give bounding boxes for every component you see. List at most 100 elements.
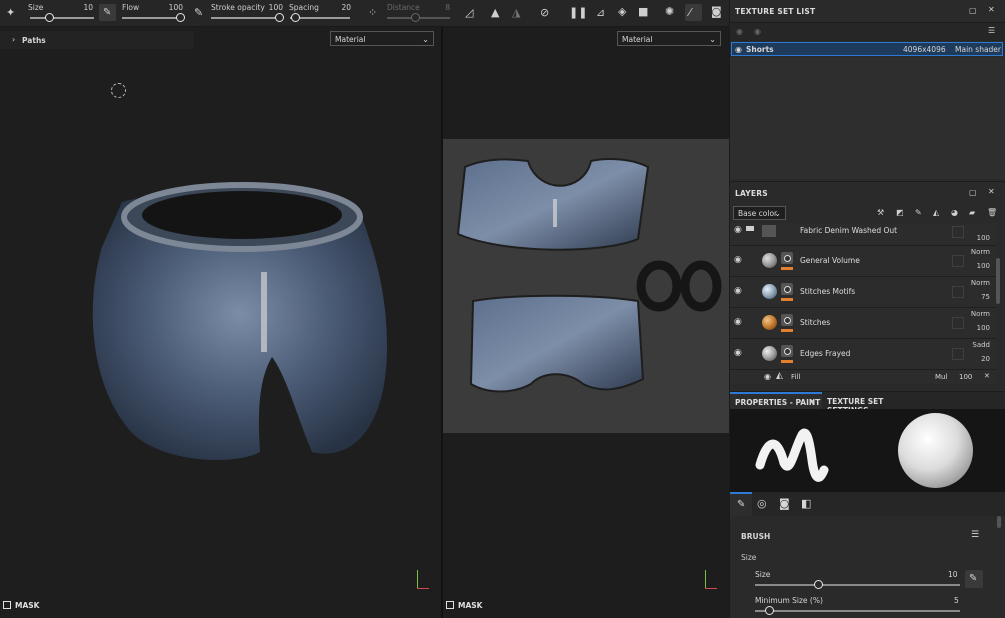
- projection-icon[interactable]: ⊿: [596, 7, 605, 18]
- layer-row[interactable]: ◉ Fabric Denim Washed Out 100: [730, 223, 996, 246]
- alpha-icon[interactable]: ◎: [757, 497, 767, 510]
- add-paint-layer-icon[interactable]: ✎: [915, 208, 922, 217]
- flow-label: Flow: [122, 3, 140, 12]
- viewport2d-channel-select[interactable]: Material ⌄: [617, 31, 721, 46]
- viewport3d-mask-toggle[interactable]: MASK: [3, 601, 39, 610]
- layer-row[interactable]: ◉ General Volume Norm 100: [730, 246, 996, 277]
- layer-opacity[interactable]: 100: [977, 262, 990, 270]
- pause-icon[interactable]: ❚❚: [569, 7, 587, 18]
- stroke-opacity-slider[interactable]: [211, 17, 282, 19]
- layer-row[interactable]: ◉ Stitches Motifs Norm 75: [730, 277, 996, 308]
- min-size-slider-handle[interactable]: [765, 606, 774, 615]
- add-effect-icon[interactable]: ⚒: [877, 208, 884, 217]
- brush-size-pressure-button[interactable]: ✎: [965, 570, 983, 588]
- paint-mode-button[interactable]: ⁄: [685, 4, 702, 21]
- show-icon[interactable]: ◉: [754, 27, 761, 36]
- brush-icon: ⁄: [689, 6, 691, 19]
- remove-effect-icon[interactable]: ✕: [984, 372, 990, 380]
- size-slider-handle[interactable]: [45, 13, 54, 22]
- add-fill-layer-icon[interactable]: ◭: [933, 208, 939, 217]
- undock-icon[interactable]: ▢: [969, 188, 977, 197]
- flow-pen-icon[interactable]: ✎: [194, 7, 203, 18]
- fill-effect-row[interactable]: ◉ ◭ Fill Mul 100 ✕: [730, 370, 996, 384]
- display-mode-icon[interactable]: ◈: [618, 6, 626, 17]
- eye-icon[interactable]: ◉: [734, 286, 742, 296]
- visibility-toggle-icon[interactable]: ⊘: [540, 7, 549, 18]
- close-icon[interactable]: ✕: [988, 187, 995, 196]
- screenshot-camera-icon[interactable]: ◙: [711, 6, 722, 17]
- layer-opacity[interactable]: 100: [977, 324, 990, 332]
- eye-icon[interactable]: ◉: [735, 45, 742, 54]
- viewport3d-channel-select[interactable]: Material ⌄: [330, 31, 434, 46]
- symmetry-off-icon[interactable]: ◮: [512, 7, 520, 18]
- symmetry-mirror-icon[interactable]: ▲: [491, 7, 499, 18]
- paths-header[interactable]: › Paths: [0, 31, 194, 49]
- layer-blend-mode[interactable]: Norm: [971, 248, 990, 256]
- stroke-opacity-value[interactable]: 100: [266, 3, 283, 12]
- eye-icon[interactable]: ◉: [734, 225, 742, 235]
- close-icon[interactable]: ✕: [988, 5, 995, 14]
- layer-row[interactable]: ◉ Stitches Norm 100: [730, 308, 996, 339]
- viewport-2d[interactable]: Material ⌄ MASK: [443, 27, 729, 618]
- flow-slider[interactable]: [122, 17, 182, 19]
- layer-opacity[interactable]: 75: [981, 293, 990, 301]
- layer-opacity[interactable]: 100: [977, 234, 990, 242]
- layer-blend-mode[interactable]: Sadd: [972, 341, 990, 349]
- spacing-slider-handle[interactable]: [291, 13, 300, 22]
- uv-texture-canvas[interactable]: [443, 139, 729, 433]
- delete-layer-icon[interactable]: 🗑: [987, 208, 997, 217]
- layers-scrollbar[interactable]: [996, 258, 1000, 304]
- stroke-opacity-slider-handle[interactable]: [275, 13, 284, 22]
- layer-blend-mode[interactable]: Norm: [971, 310, 990, 318]
- camera-video-icon[interactable]: ■: [638, 6, 648, 17]
- fill-opacity[interactable]: 100: [959, 373, 972, 381]
- alignment-icon[interactable]: ◿: [465, 7, 473, 18]
- brush-menu-icon[interactable]: ☰: [971, 530, 979, 540]
- hide-icon[interactable]: ◉: [736, 27, 743, 36]
- brush-size-value[interactable]: 10: [948, 570, 958, 579]
- layer-select-box[interactable]: [952, 317, 964, 329]
- tab-brush[interactable]: ✎: [730, 492, 752, 516]
- undock-icon[interactable]: ▢: [969, 6, 977, 15]
- add-mask-icon[interactable]: ◩: [896, 208, 904, 217]
- eye-icon[interactable]: ◉: [734, 317, 742, 327]
- brush-size-slider[interactable]: [755, 584, 960, 586]
- brush-size-slider-handle[interactable]: [814, 580, 823, 589]
- lazy-mouse-icon[interactable]: ⁘: [368, 7, 377, 18]
- size-value[interactable]: 10: [78, 3, 93, 12]
- stencil-icon[interactable]: ◙: [779, 497, 790, 510]
- viewport3d-channel-value: Material: [335, 35, 366, 44]
- min-size-value[interactable]: 5: [954, 596, 959, 605]
- add-folder-icon[interactable]: ▰: [969, 208, 975, 217]
- flow-value[interactable]: 100: [165, 3, 183, 12]
- layers-channel-select[interactable]: Base color ⌄: [733, 206, 786, 220]
- size-slider[interactable]: [30, 17, 94, 19]
- eye-icon[interactable]: ◉: [764, 372, 771, 381]
- tab-properties-paint[interactable]: PROPERTIES - PAINT ✕: [730, 392, 822, 410]
- eye-icon[interactable]: ◉: [734, 348, 742, 358]
- flow-slider-handle[interactable]: [176, 13, 185, 22]
- layer-blend-mode[interactable]: Norm: [971, 279, 990, 287]
- min-size-slider[interactable]: [755, 610, 960, 612]
- viewport-3d[interactable]: › Paths Material ⌄ MASK: [0, 27, 441, 618]
- properties-scrollbar[interactable]: [997, 516, 1001, 528]
- tab-texture-set-settings[interactable]: TEXTURE SET SETTINGS: [822, 392, 912, 415]
- layer-row[interactable]: ◉ Edges Frayed Sadd 20: [730, 339, 996, 370]
- fill-blend-mode[interactable]: Mul: [935, 373, 947, 381]
- layer-select-box[interactable]: [952, 255, 964, 267]
- layer-opacity[interactable]: 20: [981, 355, 990, 363]
- tool-symmetry-icon[interactable]: ✦: [6, 7, 15, 18]
- settings-menu-icon[interactable]: ☰: [988, 26, 995, 35]
- eye-icon[interactable]: ◉: [734, 255, 742, 265]
- layer-select-box[interactable]: [952, 286, 964, 298]
- light-icon[interactable]: ✺: [665, 6, 674, 17]
- layer-select-box[interactable]: [952, 226, 964, 238]
- texture-set-row-shorts[interactable]: ◉ Shorts 4096x4096 Main shader: [731, 42, 1003, 56]
- spacing-value[interactable]: 20: [338, 3, 351, 12]
- size-pen-pressure-button[interactable]: ✎: [99, 4, 116, 21]
- add-smart-material-icon[interactable]: ◕: [951, 208, 958, 217]
- viewport2d-mask-toggle[interactable]: MASK: [446, 601, 482, 610]
- layer-select-box[interactable]: [952, 348, 964, 360]
- close-icon[interactable]: ✕: [809, 397, 816, 406]
- material-icon[interactable]: ◧: [801, 497, 811, 510]
